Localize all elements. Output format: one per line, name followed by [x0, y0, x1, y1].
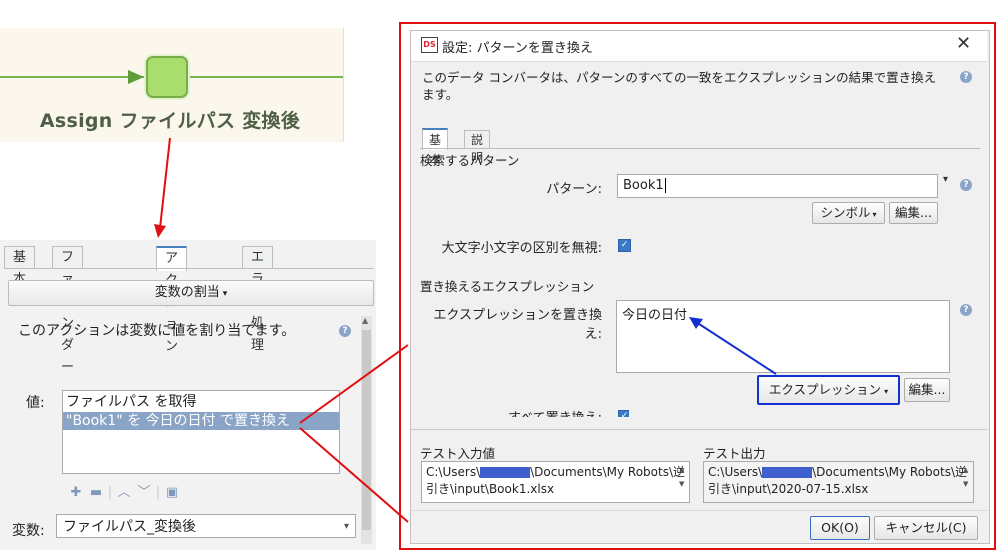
annotation-overlay	[154, 137, 777, 523]
red-connector-bottom	[299, 427, 409, 523]
blue-arrow-shaft	[695, 321, 777, 375]
blue-arrow-head-icon	[689, 317, 703, 329]
red-arrow-head-icon	[154, 224, 166, 238]
red-connector-top	[299, 344, 409, 424]
red-arrow-shaft	[159, 137, 171, 229]
